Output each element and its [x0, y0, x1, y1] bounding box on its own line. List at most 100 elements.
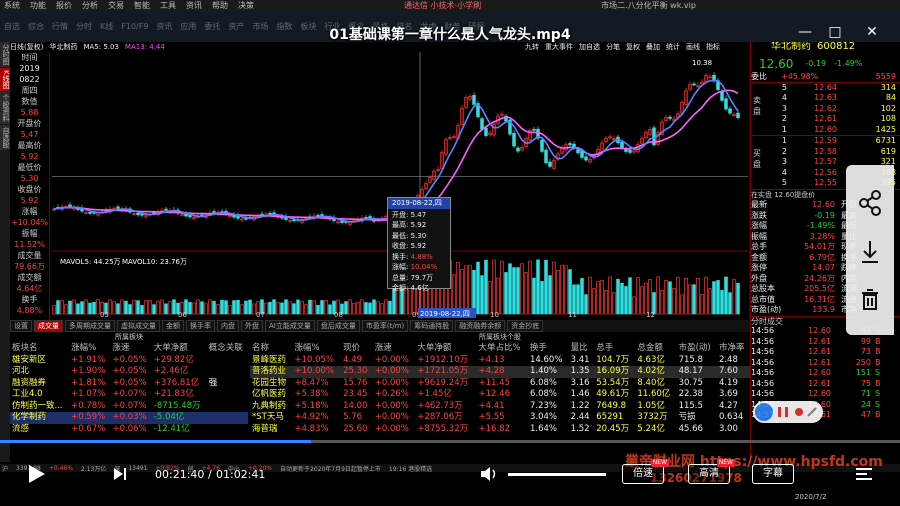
- menu-item[interactable]: 资讯: [186, 0, 202, 11]
- volume-slider[interactable]: [508, 473, 606, 476]
- stock-header-cell[interactable]: 大单占比%: [477, 343, 528, 355]
- menu-item[interactable]: 智能: [134, 0, 150, 11]
- volume-bar: [244, 300, 248, 315]
- download-icon[interactable]: [862, 241, 878, 263]
- indicator-tab[interactable]: 金额: [162, 320, 184, 332]
- indicator-tab[interactable]: 盘后成交量: [316, 320, 360, 332]
- minimize-icon[interactable]: —: [795, 24, 815, 40]
- table-row[interactable]: 花园生物 +8.47% 15.76 +0.00% +9619.24万 +11.45 6.08…: [250, 378, 750, 390]
- table-row[interactable]: 普洛药业 +10.00% 25.30 +0.00% +1721.05万 +4.28 1.40…: [250, 366, 750, 378]
- speed-button[interactable]: 倍速 NEW: [622, 459, 669, 484]
- table-row[interactable]: 九典制药 +5.18% 14.00 +0.00% +462.73万 +4.41 7.23% 1…: [250, 401, 750, 413]
- tick-time: 14:56: [751, 326, 775, 335]
- share-icon[interactable]: [859, 190, 881, 216]
- stock-header-cell[interactable]: 涨速: [373, 343, 416, 355]
- menu-item[interactable]: 功能: [30, 0, 46, 11]
- volume-bar: [168, 301, 172, 315]
- menu-item[interactable]: 工具: [160, 0, 176, 11]
- indicator-tab[interactable]: AI立能成交量: [265, 320, 315, 332]
- volume-icon[interactable]: [480, 466, 498, 482]
- table-row[interactable]: 河北 +1.90% +0.05% +2.46亿: [10, 366, 248, 378]
- indicator-tab[interactable]: 设置: [10, 320, 32, 332]
- indicator-tab[interactable]: 外盘: [241, 320, 263, 332]
- sector-header-cell[interactable]: 概念关联: [207, 343, 248, 355]
- play-icon[interactable]: [26, 464, 46, 484]
- indicator-tab[interactable]: 换手率: [186, 320, 215, 332]
- indicator-tab[interactable]: 融资融券余额: [455, 320, 506, 332]
- table-row[interactable]: 化学制药 +0.59% +0.03% -5.04亿: [10, 412, 248, 424]
- table-cell: +0.59%: [71, 412, 106, 422]
- vtab-kline[interactable]: K线图: [0, 68, 10, 91]
- stock-header-cell[interactable]: 总手: [594, 343, 635, 355]
- candle-body: [116, 206, 120, 209]
- indicator-tab[interactable]: 市盈率(t/m): [361, 320, 409, 332]
- stock-header-cell[interactable]: 大单净额: [415, 343, 476, 355]
- orderbook-row[interactable]: 4 12.63 84: [751, 93, 900, 104]
- close-icon[interactable]: ✕: [862, 24, 882, 40]
- vtab-f10[interactable]: 个股资料: [0, 91, 10, 124]
- table-row[interactable]: 仿制药一致... +0.78% +0.07% -8715.48万: [10, 401, 248, 413]
- menu-item[interactable]: 系统: [4, 0, 20, 11]
- stock-header-cell[interactable]: 现价: [341, 343, 373, 355]
- detail-key: 市盈(动): [751, 305, 782, 314]
- menu-item[interactable]: 分析: [82, 0, 98, 11]
- sector-header-cell[interactable]: 板块名: [10, 343, 69, 355]
- orderbook-row[interactable]: 2 12.58 619: [751, 147, 900, 158]
- stock-header-cell[interactable]: 名称: [250, 343, 292, 355]
- candle-body: [580, 151, 584, 158]
- vtab-pan[interactable]: 自选股: [0, 124, 10, 150]
- table-row[interactable]: 工业4.0 +1.07% +0.07% +21.83亿: [10, 389, 248, 401]
- table-row[interactable]: 亿帆医药 +5.38% 23.45 +0.26% +1.45亿 +12.46 6.08% 1.…: [250, 389, 750, 401]
- stock-header-cell[interactable]: 总金额: [635, 343, 676, 355]
- tooltip-key: 收盘: [392, 242, 406, 250]
- stock-header-cell[interactable]: 市盈(动): [677, 343, 717, 355]
- table-row[interactable]: 海普瑞 +4.83% 25.60 +0.00% +8755.32万 +16.82 1.64%…: [250, 424, 750, 436]
- weibi-row: 委比 +45.98% 5559: [751, 72, 900, 83]
- table-cell: +9619.24万: [417, 377, 469, 388]
- table-row[interactable]: *ST天马 +4.92% 5.76 +0.00% +287.06万 +5.55 3.04% 2…: [250, 412, 750, 424]
- orderbook-row[interactable]: 3 12.62 102: [751, 104, 900, 115]
- menu-item[interactable]: 决策: [238, 0, 254, 11]
- orderbook-row[interactable]: 5 12.64 314: [751, 83, 900, 94]
- stock-header-cell[interactable]: 涨幅%: [292, 343, 341, 355]
- volume-bar: [204, 303, 208, 315]
- indicator-tab[interactable]: 内盘: [217, 320, 239, 332]
- indicator-tab[interactable]: 成交量: [34, 320, 63, 332]
- volume-bar: [208, 299, 212, 315]
- table-row[interactable]: 融资融券 +1.81% +0.05% +376.81亿强: [10, 378, 248, 390]
- menu-item[interactable]: 帮助: [212, 0, 228, 11]
- indicator-tab[interactable]: 资金抄底: [507, 320, 544, 332]
- table-row[interactable]: 流感 +0.67% +0.06% -12.41亿: [10, 424, 248, 436]
- stock-header-cell[interactable]: 换手: [528, 343, 569, 355]
- volume-bar: [144, 300, 148, 315]
- indicator-tab[interactable]: 筹码通持股: [410, 320, 454, 332]
- mini-player-bar[interactable]: [753, 401, 823, 423]
- sector-header-cell[interactable]: 涨幅%: [69, 343, 110, 355]
- table-row[interactable]: 景峰医药 +10.05% 4.49 +0.00% +1912.10万 +4.13 14.60…: [250, 355, 750, 367]
- stock-header-cell[interactable]: 市净率: [717, 343, 750, 355]
- quality-button[interactable]: 高清 NEW: [688, 459, 735, 484]
- playlist-icon[interactable]: [855, 466, 873, 482]
- tooltip-date: 2019-08-22,四: [388, 198, 450, 209]
- subtitle-button[interactable]: 字幕: [752, 464, 794, 484]
- sector-header-cell[interactable]: 涨速: [110, 343, 151, 355]
- menu-item[interactable]: 交易: [108, 0, 124, 11]
- menu-item[interactable]: 报价: [56, 0, 72, 11]
- info-label: 时间: [21, 53, 38, 62]
- stock-header-cell[interactable]: 量比: [569, 343, 595, 355]
- sector-header-cell[interactable]: 大单净额: [152, 343, 207, 355]
- vtab-minute[interactable]: 分时图: [0, 42, 10, 67]
- kline-chart[interactable]: 10.749.908.967.165.403.205.8810.38187329…: [10, 52, 750, 318]
- volume-bar: [124, 300, 128, 315]
- orderbook-row[interactable]: 1 12.59 6731: [751, 136, 900, 147]
- orderbook-row[interactable]: 1 12.60 1425: [751, 125, 900, 136]
- info-value: 2019: [19, 64, 40, 73]
- video-progress-bar[interactable]: [0, 440, 900, 443]
- table-row[interactable]: 雄安新区 +1.91% +0.05% +29.82亿: [10, 355, 248, 367]
- next-icon[interactable]: [112, 466, 128, 482]
- orderbook-row[interactable]: 2 12.61 108: [751, 114, 900, 125]
- delete-icon[interactable]: [862, 289, 878, 310]
- indicator-tab[interactable]: 虚拟成交量: [117, 320, 160, 332]
- maximize-icon[interactable]: □: [825, 24, 845, 40]
- indicator-tab[interactable]: 多周期成交量: [65, 320, 115, 332]
